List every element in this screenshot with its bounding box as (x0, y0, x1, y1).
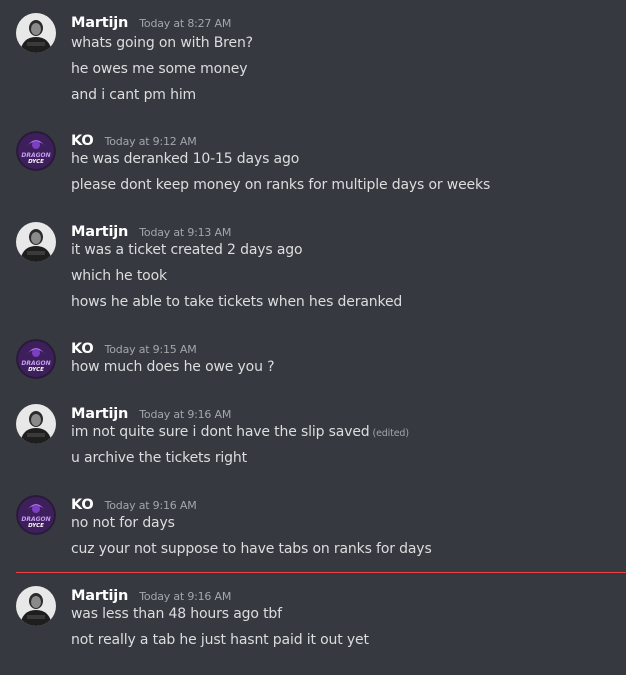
chat-messages-area: Martijn Today at 8:27 AM whats going on … (0, 0, 626, 675)
message-text-edited: im not quite sure i dont have the slip s… (71, 424, 409, 440)
timestamp: Today at 9:16 AM (139, 590, 232, 603)
dragon-dyce-avatar-icon[interactable]: DRAGON DYCE (16, 339, 56, 379)
message-text: he owes me some money (71, 61, 248, 77)
message-header: Martijn Today at 9:16 AM (71, 403, 231, 422)
timestamp: Today at 9:13 AM (139, 226, 232, 239)
username[interactable]: KO (71, 133, 94, 149)
username[interactable]: Martijn (71, 588, 128, 604)
message-text: im not quite sure i dont have the slip s… (71, 424, 370, 440)
message-text: and i cant pm him (71, 87, 197, 103)
message-text: it was a ticket created 2 days ago (71, 242, 303, 258)
timestamp: Today at 9:16 AM (104, 499, 197, 512)
martijn-avatar-icon[interactable] (16, 222, 56, 262)
message-text: which he took (71, 268, 167, 284)
username[interactable]: KO (71, 341, 94, 357)
avatar-text: DYCE (28, 159, 44, 165)
avatar-text: DYCE (28, 523, 44, 529)
martijn-avatar-icon[interactable] (16, 404, 56, 444)
message-text: u archive the tickets right (71, 450, 247, 466)
timestamp: Today at 8:27 AM (139, 17, 232, 30)
message-header: Martijn Today at 9:13 AM (71, 221, 231, 240)
avatar-text: DRAGON (21, 152, 50, 159)
avatar-text: DRAGON (21, 516, 50, 523)
message-header: Martijn Today at 9:16 AM (71, 585, 231, 604)
martijn-avatar-icon[interactable] (16, 13, 56, 53)
username[interactable]: Martijn (71, 224, 128, 240)
message-header: Martijn Today at 8:27 AM (71, 12, 231, 31)
message-text: he was deranked 10-15 days ago (71, 151, 300, 167)
edited-label: (edited) (372, 428, 409, 439)
timestamp: Today at 9:15 AM (104, 343, 197, 356)
username[interactable]: Martijn (71, 406, 128, 422)
avatar-text: DRAGON (21, 360, 50, 367)
message-text: not really a tab he just hasnt paid it o… (71, 632, 369, 648)
message-text: please dont keep money on ranks for mult… (71, 177, 491, 193)
dragon-dyce-avatar-icon[interactable]: DRAGON DYCE (16, 131, 56, 171)
new-messages-divider (16, 572, 626, 573)
username[interactable]: Martijn (71, 15, 128, 31)
timestamp: Today at 9:12 AM (104, 135, 197, 148)
message-header: KO Today at 9:12 AM (71, 130, 197, 149)
username[interactable]: KO (71, 497, 94, 513)
message-text: was less than 48 hours ago tbf (71, 606, 282, 622)
message-text: whats going on with Bren? (71, 35, 253, 51)
message-text: cuz your not suppose to have tabs on ran… (71, 541, 432, 557)
message-header: KO Today at 9:16 AM (71, 494, 197, 513)
message-header: KO Today at 9:15 AM (71, 338, 197, 357)
message-text: hows he able to take tickets when hes de… (71, 294, 403, 310)
martijn-avatar-icon[interactable] (16, 586, 56, 626)
dragon-dyce-avatar-icon[interactable]: DRAGON DYCE (16, 495, 56, 535)
timestamp: Today at 9:16 AM (139, 408, 232, 421)
message-text: how much does he owe you ? (71, 359, 275, 375)
avatar-text: DYCE (28, 367, 44, 373)
message-text: no not for days (71, 515, 175, 531)
